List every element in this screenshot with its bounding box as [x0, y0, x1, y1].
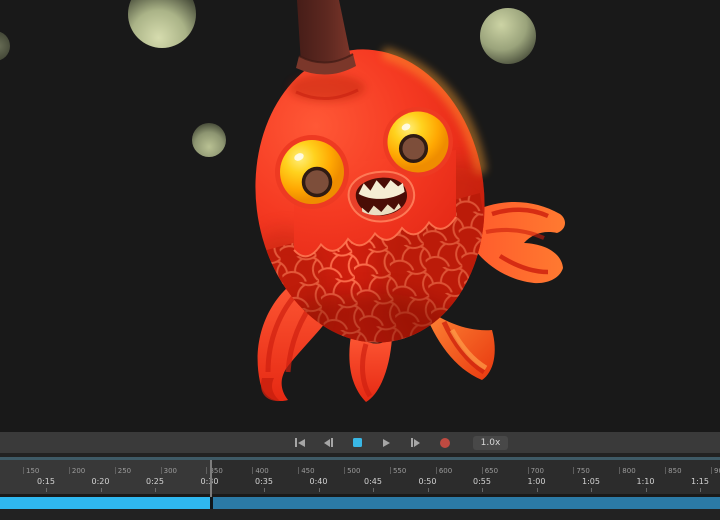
timecode-tick	[373, 488, 374, 492]
frame-number-label: 900	[714, 467, 720, 475]
stop-icon	[353, 438, 362, 447]
timecode-label: 0:45	[364, 477, 382, 486]
preview-viewport	[0, 0, 720, 432]
fish-left-eye	[275, 135, 349, 209]
timecode-label: 1:10	[637, 477, 655, 486]
timecode-label: 0:20	[92, 477, 110, 486]
frame-tick	[23, 467, 24, 474]
frame-number-label: 550	[393, 467, 406, 475]
timecode-label: 0:50	[419, 477, 437, 486]
frame-tick	[344, 467, 345, 474]
frame-number-label: 650	[485, 467, 498, 475]
timecode-label: 0:15	[37, 477, 55, 486]
frame-number-label: 300	[164, 467, 177, 475]
timeline-ruler[interactable]: 1502002503003504004505005506006507007508…	[0, 460, 720, 494]
frame-number-label: 450	[301, 467, 314, 475]
fish-right-eye	[383, 107, 453, 177]
skip-to-start-icon	[295, 438, 305, 447]
scene-canvas	[0, 0, 720, 432]
frame-tick	[115, 467, 116, 474]
frame-number-label: 250	[118, 467, 131, 475]
timecode-tick	[319, 488, 320, 492]
transport-controls: 1.0x	[292, 435, 509, 451]
frame-number-label: 200	[72, 467, 85, 475]
bottom-strip	[0, 509, 720, 520]
timecode-tick	[700, 488, 701, 492]
timecode-tick	[482, 488, 483, 492]
frame-tick	[528, 467, 529, 474]
seek-bar-played-segment	[0, 497, 210, 509]
record-button[interactable]	[437, 435, 453, 451]
frame-number-label: 400	[255, 467, 268, 475]
bubble-small-mid-left	[192, 123, 226, 157]
frame-number-label: 850	[668, 467, 681, 475]
frame-tick	[711, 467, 712, 474]
timecode-label: 0:25	[146, 477, 164, 486]
timecode-label: 1:15	[691, 477, 709, 486]
frame-tick	[161, 467, 162, 474]
transport-bar: 1.0x	[0, 432, 720, 453]
timecode-label: 0:40	[310, 477, 328, 486]
frame-tick	[573, 467, 574, 474]
timecode-label: 0:35	[255, 477, 273, 486]
frame-tick	[390, 467, 391, 474]
timecode-label: 0:55	[473, 477, 491, 486]
play-button[interactable]	[379, 435, 395, 451]
stop-button[interactable]	[350, 435, 366, 451]
timecode-tick	[155, 488, 156, 492]
frame-tick	[252, 467, 253, 474]
step-backward-button[interactable]	[321, 435, 337, 451]
timecode-tick	[537, 488, 538, 492]
timecode-tick	[646, 488, 647, 492]
playback-speed-button[interactable]: 1.0x	[473, 436, 509, 450]
frame-tick	[619, 467, 620, 474]
frame-number-label: 750	[576, 467, 589, 475]
frame-number-label: 150	[26, 467, 39, 475]
frame-tick	[298, 467, 299, 474]
timecode-tick	[101, 488, 102, 492]
step-backward-icon	[324, 438, 333, 447]
timecode-tick	[46, 488, 47, 492]
step-forward-button[interactable]	[408, 435, 424, 451]
skip-to-start-button[interactable]	[292, 435, 308, 451]
frame-number-label: 500	[347, 467, 360, 475]
seek-bar-divider	[210, 497, 213, 509]
seek-bar[interactable]	[0, 497, 720, 509]
timeline-panel: 1502002503003504004505005506006507007508…	[0, 453, 720, 520]
timecode-label: 1:05	[582, 477, 600, 486]
frame-number-label: 700	[531, 467, 544, 475]
step-forward-icon	[411, 438, 420, 447]
frame-tick	[436, 467, 437, 474]
timecode-label: 1:00	[528, 477, 546, 486]
playhead-handle[interactable]	[210, 460, 212, 497]
animation-player-app: 1.0x 15020025030035040045050055060065070…	[0, 0, 720, 520]
bubble-top-right	[480, 8, 536, 64]
frame-tick	[69, 467, 70, 474]
frame-number-label: 800	[622, 467, 635, 475]
frame-number-label: 600	[439, 467, 452, 475]
frame-tick	[206, 467, 207, 474]
frame-tick	[482, 467, 483, 474]
frame-tick	[665, 467, 666, 474]
timecode-tick	[591, 488, 592, 492]
timecode-tick	[264, 488, 265, 492]
record-icon	[440, 438, 450, 448]
play-icon	[383, 439, 390, 447]
timecode-tick	[428, 488, 429, 492]
